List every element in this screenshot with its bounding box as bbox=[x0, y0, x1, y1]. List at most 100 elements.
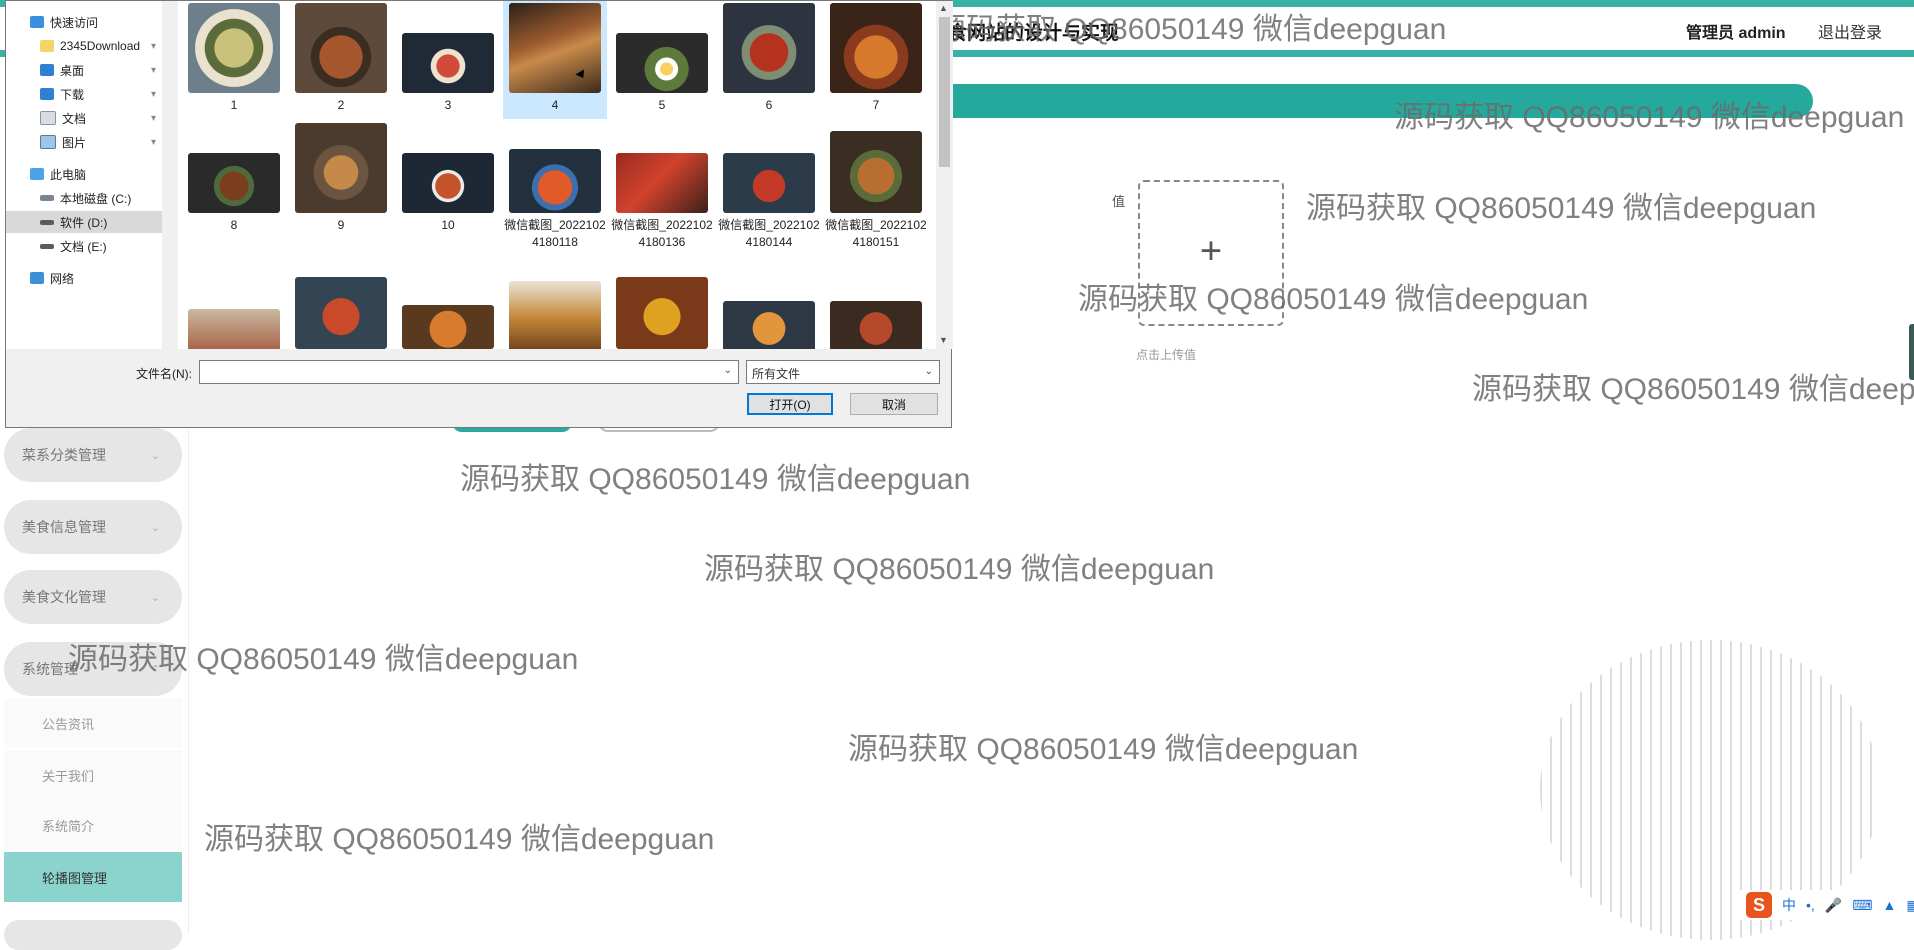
file-item[interactable]: 3 bbox=[396, 3, 500, 114]
menu-system[interactable]: 系统管理 ⌃ bbox=[4, 642, 182, 696]
side-handle[interactable] bbox=[1909, 324, 1914, 380]
thumbnail bbox=[402, 153, 494, 213]
file-item[interactable]: 5 bbox=[610, 3, 714, 114]
drive-icon bbox=[40, 219, 54, 225]
file-item[interactable]: 8 bbox=[182, 123, 286, 234]
file-item[interactable] bbox=[824, 275, 928, 349]
scroll-down-icon[interactable]: ▼ bbox=[939, 335, 948, 345]
app-title: 食网站的设计与实现 bbox=[948, 23, 1120, 44]
sidebar-item-about-us[interactable]: 关于我们 bbox=[4, 750, 182, 800]
sidebar-item-system-intro[interactable]: 系统简介 bbox=[4, 800, 182, 850]
scroll-up-icon[interactable]: ▲ bbox=[939, 3, 948, 13]
open-button[interactable]: 打开(O) bbox=[747, 393, 833, 415]
toolbox-icon[interactable]: ▦ bbox=[1906, 897, 1914, 914]
menu-label: 美食文化管理 bbox=[22, 589, 106, 605]
thumbnail bbox=[723, 153, 815, 213]
logout-link[interactable]: 退出登录 bbox=[1818, 19, 1882, 43]
chevron-down-icon[interactable]: ⌄ bbox=[724, 365, 732, 376]
watermark: 源码获取 QQ86050149 微信deepguan bbox=[204, 823, 715, 856]
file-item[interactable]: 9 bbox=[289, 123, 393, 234]
watermark: 源码获取 QQ86050149 微信deepguan bbox=[1472, 373, 1914, 406]
file-item[interactable]: 7 bbox=[824, 3, 928, 114]
nav-label: 快速访问 bbox=[50, 15, 99, 30]
file-item[interactable]: 微信截图_20221024180144 bbox=[717, 123, 821, 251]
network-icon bbox=[30, 272, 44, 284]
computer-icon bbox=[30, 168, 44, 180]
nav-pictures[interactable]: 图片 ▾ bbox=[6, 131, 162, 153]
upload-hint: 点击上传值 bbox=[1136, 348, 1197, 362]
file-item[interactable] bbox=[182, 275, 286, 349]
skin-icon[interactable]: ▲ bbox=[1882, 897, 1896, 913]
file-item[interactable]: 微信截图_20221024180151 bbox=[824, 123, 928, 251]
file-item[interactable]: 6 bbox=[717, 3, 821, 114]
file-item[interactable] bbox=[289, 275, 393, 349]
file-item[interactable]: 微信截图_20221024180118 bbox=[503, 123, 607, 251]
menu-cuisine-category[interactable]: 菜系分类管理 ⌄ bbox=[4, 428, 182, 482]
nav-label: 网络 bbox=[50, 271, 75, 286]
file-name: 微信截图_20221024180136 bbox=[611, 218, 713, 249]
sogou-logo-icon: S bbox=[1746, 892, 1772, 918]
nav-desktop[interactable]: 桌面 ▾ bbox=[6, 59, 162, 81]
file-item[interactable]: 10 bbox=[396, 123, 500, 234]
filename-label: 文件名(N): bbox=[136, 367, 192, 381]
cancel-button[interactable]: 取消 bbox=[850, 393, 938, 415]
file-item[interactable] bbox=[717, 275, 821, 349]
nav-drive-e[interactable]: 文档 (E:) bbox=[6, 235, 162, 257]
punctuation-icon[interactable]: •, bbox=[1806, 897, 1815, 913]
nav-drive-c[interactable]: 本地磁盘 (C:) bbox=[6, 187, 162, 209]
filetype-value: 所有文件 bbox=[752, 367, 801, 381]
file-item-selected[interactable]: 4 bbox=[503, 1, 607, 119]
nav-network[interactable]: 网络 bbox=[6, 267, 162, 289]
star-icon bbox=[30, 16, 44, 28]
filename-input[interactable]: ⌄ bbox=[199, 360, 739, 384]
file-item[interactable]: 1 bbox=[182, 3, 286, 114]
current-user: 管理员 admin bbox=[1686, 25, 1786, 42]
desktop-icon bbox=[40, 64, 54, 76]
scroll-thumb[interactable] bbox=[939, 17, 950, 167]
thumbnail bbox=[509, 3, 601, 93]
file-item[interactable] bbox=[610, 275, 714, 349]
file-item[interactable]: 2 bbox=[289, 3, 393, 114]
menu-next[interactable] bbox=[4, 920, 182, 950]
thumbnail bbox=[295, 123, 387, 213]
thumbnail bbox=[509, 149, 601, 213]
nav-label: 2345Download bbox=[60, 39, 141, 53]
image-upload-box[interactable]: + bbox=[1138, 180, 1284, 326]
document-icon bbox=[40, 111, 56, 125]
menu-food-culture[interactable]: 美食文化管理 ⌄ bbox=[4, 570, 182, 624]
file-name: 微信截图_20221024180144 bbox=[718, 218, 820, 249]
thumbnail bbox=[402, 305, 494, 349]
chevron-down-icon: ⌄ bbox=[150, 521, 160, 534]
menu-label: 菜系分类管理 bbox=[22, 447, 106, 463]
file-item[interactable] bbox=[503, 275, 607, 349]
menu-food-info[interactable]: 美食信息管理 ⌄ bbox=[4, 500, 182, 554]
chevron-down-icon: ⌄ bbox=[150, 591, 160, 604]
nav-drive-d[interactable]: 软件 (D:) bbox=[6, 211, 162, 233]
file-list: 1 2 3 4 5 6 7 8 9 10 微信截图_20221024180118… bbox=[178, 1, 936, 349]
file-item[interactable]: 微信截图_20221024180136 bbox=[610, 123, 714, 251]
thumbnail bbox=[723, 301, 815, 349]
watermark: 源码获取 QQ86050149 微信deepguan bbox=[460, 463, 971, 496]
value-field-label: 值 bbox=[1112, 194, 1126, 209]
nav-this-pc[interactable]: 此电脑 bbox=[6, 163, 162, 185]
filetype-select[interactable]: 所有文件 ⌄ bbox=[746, 360, 940, 384]
chevron-down-icon: ⌄ bbox=[150, 449, 160, 462]
nav-documents[interactable]: 文档 ▾ bbox=[6, 107, 162, 129]
ime-language[interactable]: 中 bbox=[1782, 895, 1796, 915]
sidebar-item-carousel[interactable]: 轮播图管理 bbox=[4, 852, 182, 902]
keyboard-icon[interactable]: ⌨ bbox=[1852, 897, 1872, 914]
file-item[interactable] bbox=[396, 275, 500, 349]
watermark: 源码获取 QQ86050149 微信deepguan bbox=[704, 553, 1215, 586]
nav-label: 桌面 bbox=[60, 63, 85, 78]
nav-downloads[interactable]: 下载 ▾ bbox=[6, 83, 162, 105]
sidebar-item-announcements[interactable]: 公告资讯 bbox=[4, 698, 182, 748]
nav-2345download[interactable]: 2345Download ▾ bbox=[6, 35, 162, 57]
nav-quick-access[interactable]: 快速访问 bbox=[6, 11, 162, 33]
nav-label: 文档 (E:) bbox=[60, 239, 107, 254]
microphone-icon[interactable]: 🎤 bbox=[1825, 897, 1842, 914]
ime-toolbar[interactable]: S 中 •, 🎤 ⌨ ▲ ▦ bbox=[1740, 890, 1914, 920]
file-open-dialog: 快速访问 2345Download ▾ 桌面 ▾ 下载 ▾ 文档 ▾ 图片 ▾ bbox=[5, 0, 953, 428]
download-icon bbox=[40, 88, 54, 100]
thumbnail bbox=[723, 3, 815, 93]
file-list-scrollbar[interactable]: ▲ ▼ bbox=[936, 1, 953, 349]
